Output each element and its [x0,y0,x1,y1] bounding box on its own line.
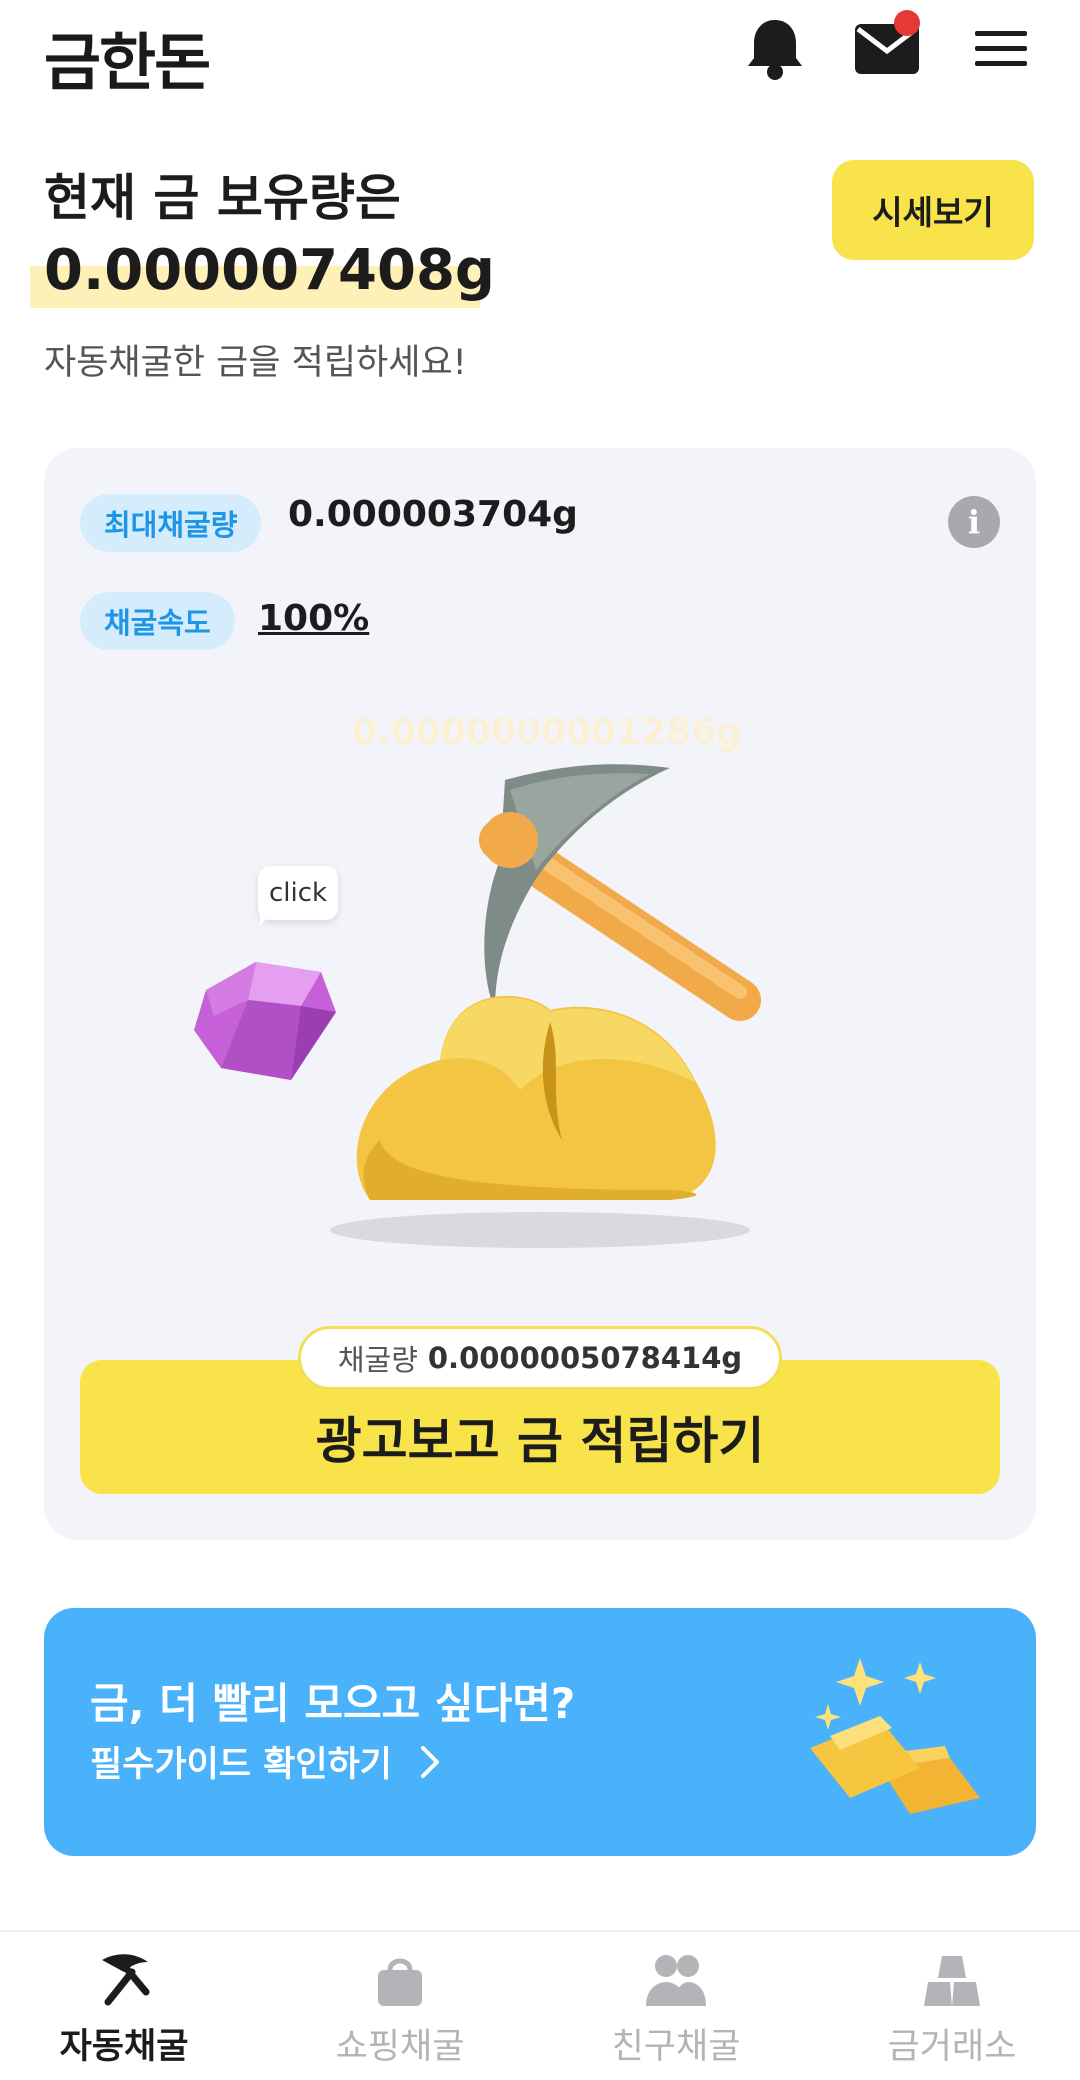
gold-bars-icon [810,1658,980,1814]
mail-icon[interactable] [852,10,922,84]
mining-speed-chip: 채굴속도 [80,592,235,650]
pickaxe-icon [102,1954,150,2006]
max-mining-chip: 최대채굴량 [80,494,262,552]
nav-label: 쇼핑채굴 [335,2027,465,2067]
nav-gold-exchange[interactable]: 금거래소 [852,1950,1052,2069]
mined-amount-label: 채굴량 [337,1343,418,1377]
bottom-navigation: 자동채굴 쇼핑채굴 친구채굴 금거래소 [0,1930,1080,2080]
price-view-button[interactable]: 시세보기 [832,160,1034,260]
gold-exchange-icon [924,1956,980,2006]
gold-mining-illustration[interactable] [300,760,800,1260]
guide-banner-title: 금, 더 빨리 모으고 싶다면? [90,1679,576,1728]
menu-icon[interactable] [966,14,1036,84]
holdings-value: 0.000007408g [44,238,496,303]
app-logo[interactable]: 금한돈 [44,12,211,102]
nav-friend-mining[interactable]: 친구채굴 [576,1950,776,2069]
mined-amount-value: 0.0000005078414g [427,1341,743,1375]
max-mining-value: 0.000003704g [288,494,578,535]
mined-amount-pill: 채굴량 0.0000005078414g [298,1326,782,1390]
holdings-label: 현재 금 보유량은 [44,169,401,227]
nav-label: 친구채굴 [611,2027,741,2067]
bell-icon[interactable] [740,14,810,84]
nav-label: 자동채굴 [59,2027,189,2067]
friends-icon [646,1955,706,2006]
live-mining-counter: 0.0000000001286g [352,712,743,753]
chevron-right-icon [421,1745,439,1778]
mining-speed-value[interactable]: 100% [258,598,369,639]
info-icon[interactable]: i [948,496,1000,548]
click-hint-tail [260,912,272,926]
nav-auto-mining[interactable]: 자동채굴 [24,1950,224,2069]
nav-label: 금거래소 [887,2027,1017,2067]
guide-banner-link-text: 필수가이드 확인하기 [90,1745,392,1785]
shopping-bag-icon [378,1958,422,2006]
holdings-subtitle: 자동채굴한 금을 적립하세요! [44,343,467,383]
unread-badge [894,10,920,36]
guide-banner-link[interactable]: 필수가이드 확인하기 [90,1736,440,1787]
nav-shopping-mining[interactable]: 쇼핑채굴 [300,1950,500,2069]
